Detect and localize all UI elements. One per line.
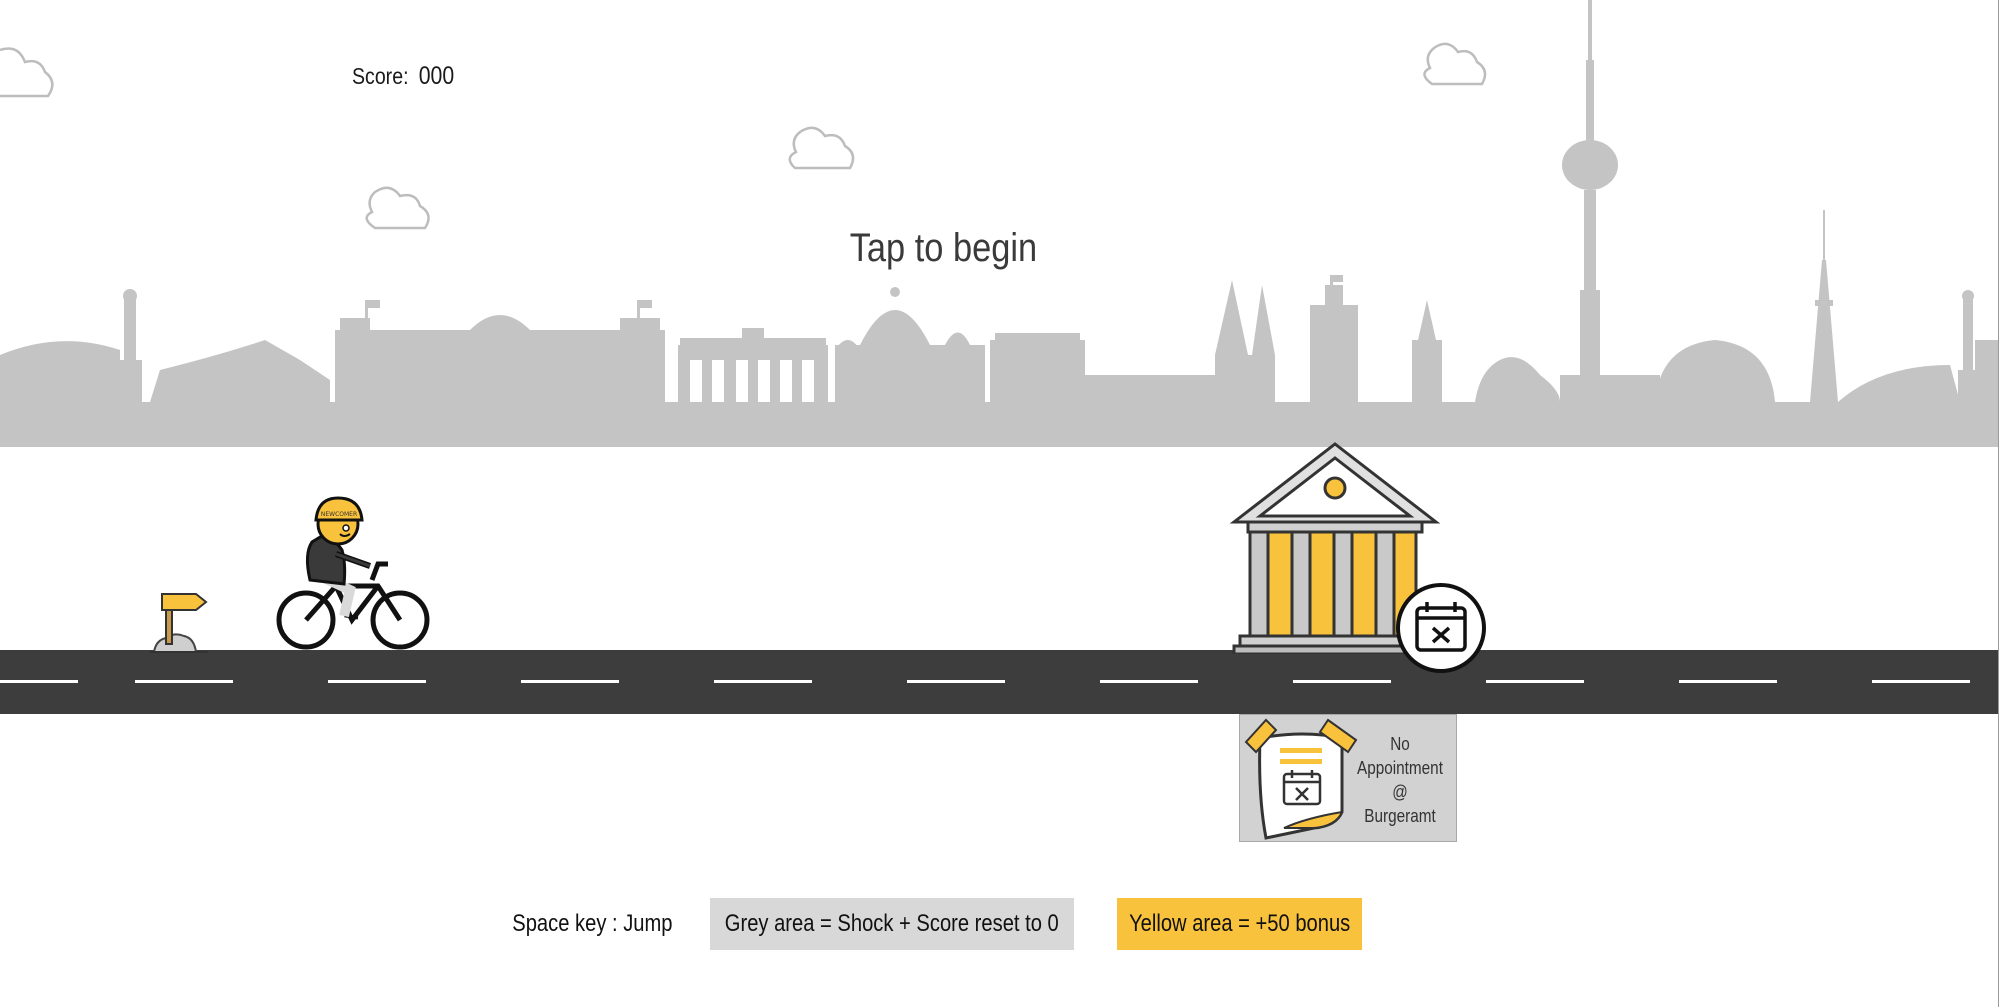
no-appointment-text: No Appointment @ Burgeramt bbox=[1357, 734, 1443, 826]
signpost-icon bbox=[150, 593, 208, 653]
game-canvas[interactable]: Score: 000 Tap to begin NEWCOMER No Appo… bbox=[0, 0, 1999, 1007]
road bbox=[0, 650, 1999, 714]
calendar-note-icon bbox=[1244, 718, 1358, 840]
helmet-text: NEWCOMER bbox=[321, 511, 357, 518]
score-label: Score: bbox=[352, 63, 409, 89]
jump-instruction: Space key : Jump bbox=[511, 910, 673, 937]
calendar-x-icon bbox=[1396, 583, 1486, 673]
grey-area-legend: Grey area = Shock + Score reset to 0 bbox=[710, 898, 1074, 950]
yellow-area-legend: Yellow area = +50 bonus bbox=[1117, 898, 1362, 950]
clouds bbox=[0, 42, 1487, 230]
score-display: Score: 000 bbox=[352, 62, 454, 91]
cyclist-icon: NEWCOMER bbox=[276, 496, 430, 650]
controls-legend: Space key : Jump Grey area = Shock + Sco… bbox=[0, 898, 1999, 950]
tap-to-begin-prompt[interactable]: Tap to begin bbox=[132, 226, 1755, 271]
score-value: 000 bbox=[418, 62, 455, 90]
